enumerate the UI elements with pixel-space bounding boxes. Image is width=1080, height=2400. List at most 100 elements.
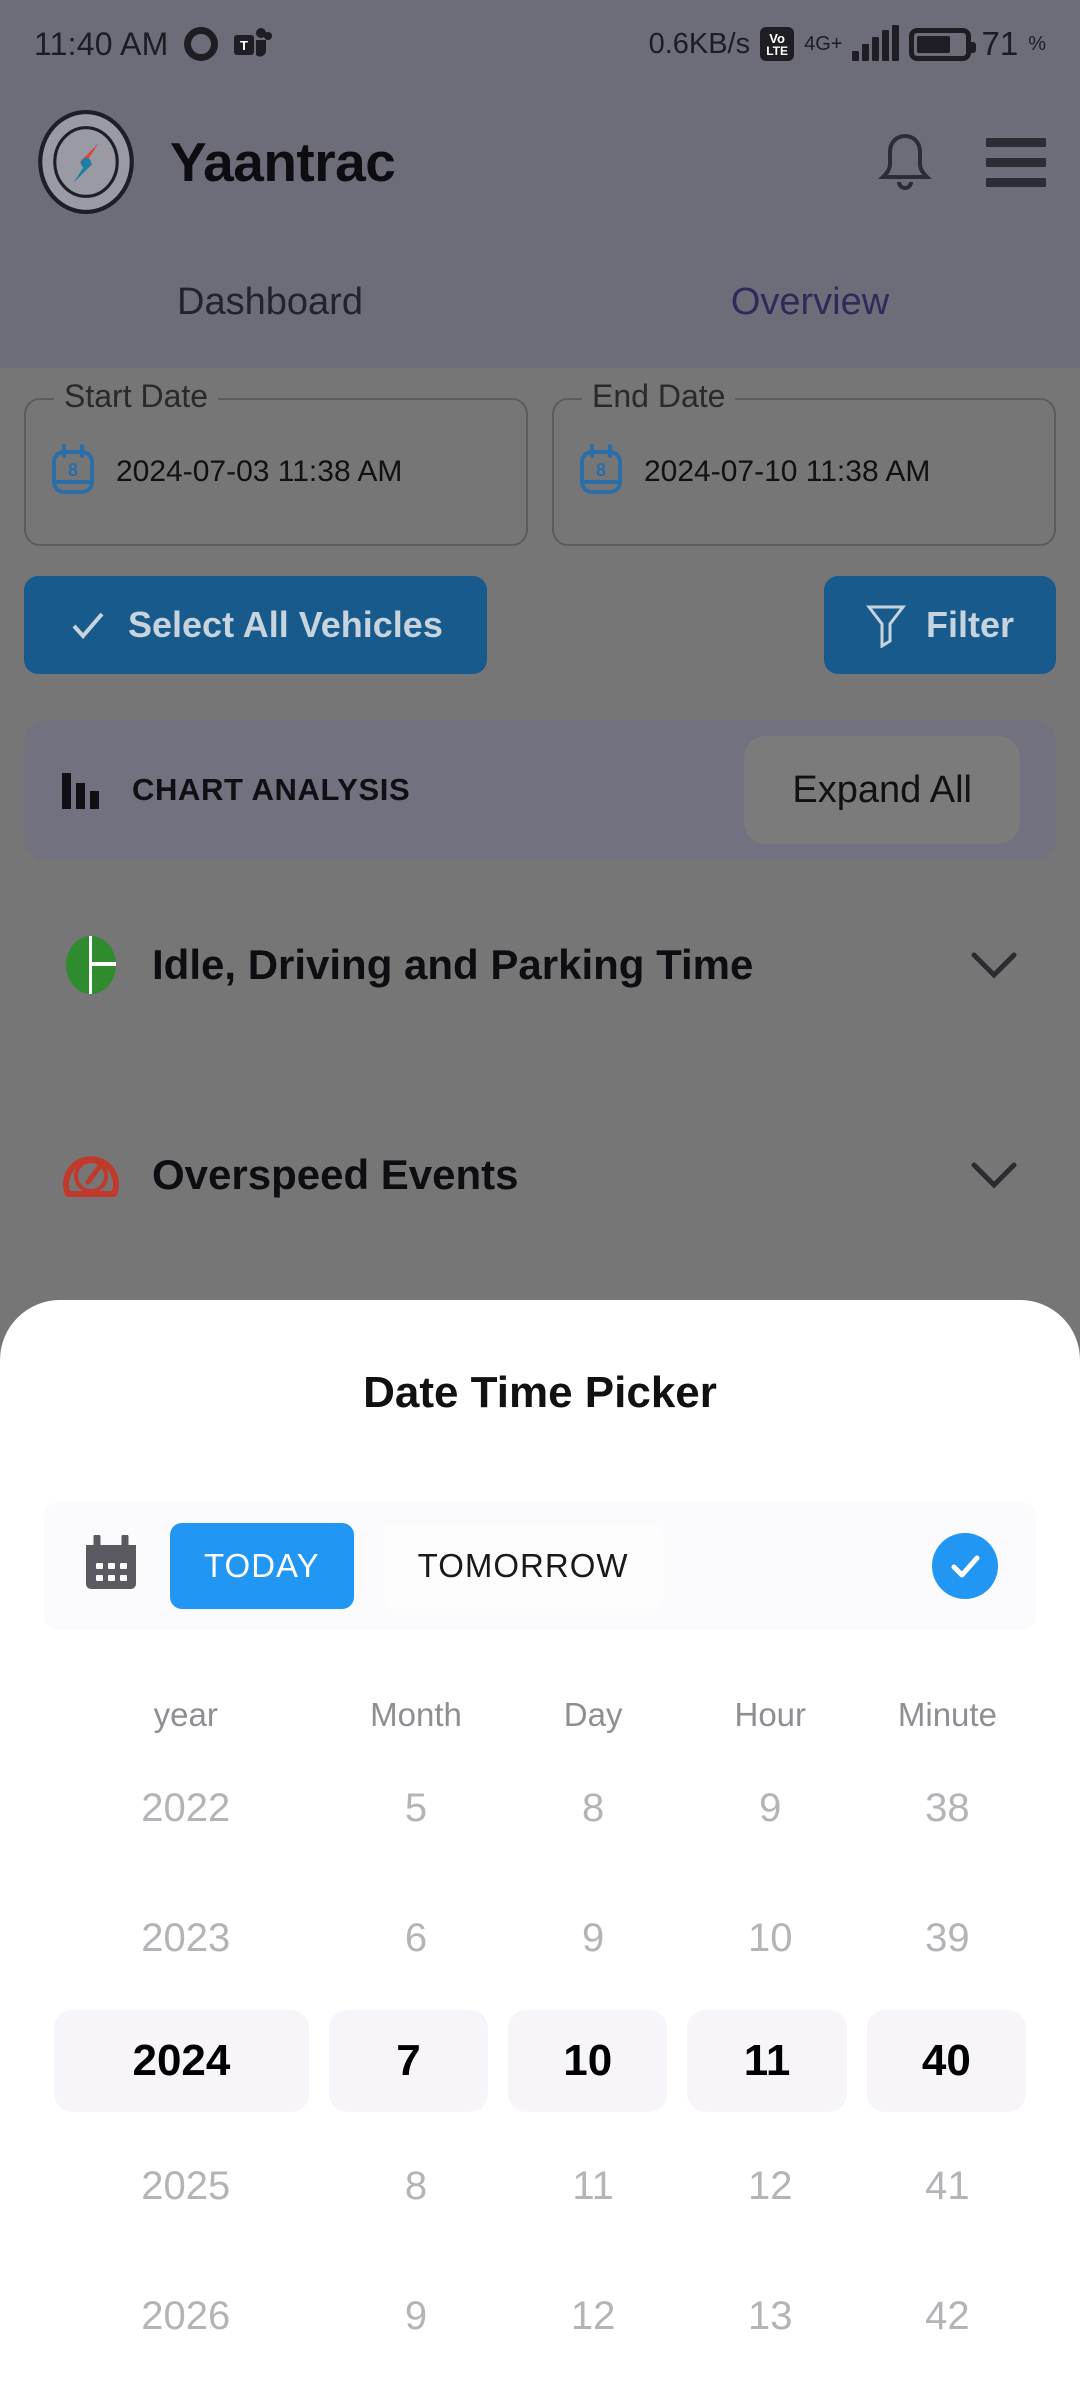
end-date-legend: End Date	[582, 378, 736, 415]
column-header-hour: Hour	[734, 1696, 807, 1733]
battery-icon	[909, 27, 977, 61]
svg-text:8: 8	[596, 460, 606, 480]
volte-icon: Vo LTE	[760, 27, 795, 61]
column-header-year: year	[153, 1696, 218, 1733]
wheel-cell-minute[interactable]: 42	[859, 2294, 1036, 2339]
app-title: Yaantrac	[170, 131, 396, 193]
chevron-down-icon[interactable]	[970, 950, 1018, 980]
wheel-cell-month[interactable]: 8	[327, 2164, 504, 2209]
wheel-cell-minute[interactable]: 38	[859, 1786, 1036, 1831]
volte-top-text: Vo	[769, 30, 785, 46]
accordion-title: Idle, Driving and Parking Time	[152, 941, 754, 988]
funnel-icon	[865, 605, 906, 648]
column-header-day: Day	[563, 1696, 623, 1733]
wheel-cell-minute-selected[interactable]: 40	[866, 2010, 1026, 2112]
wheel-cell-month[interactable]: 5	[327, 1786, 504, 1831]
wheel-picker-body[interactable]: 2022 5 8 9 38 2023 6 9 10 39 2024 7 10 1…	[44, 1752, 1036, 2372]
pie-chart-icon	[66, 936, 116, 994]
quick-select-row: TODAY TOMORROW	[44, 1502, 1036, 1630]
accordion-title: Overspeed Events	[152, 1151, 519, 1198]
start-date-legend: Start Date	[54, 378, 219, 415]
app-header: Yaantrac	[0, 88, 1080, 236]
select-all-vehicles-label: Select All Vehicles	[128, 604, 443, 645]
status-bar-left: 11:40 AM T	[34, 25, 273, 63]
status-bar-clock: 11:40 AM	[34, 25, 169, 62]
wheel-column-headers: year Month Day Hour Minute	[44, 1696, 1036, 1734]
filter-buttons-row: Select All Vehicles Filter	[24, 576, 1056, 674]
microsoft-teams-icon: T	[234, 28, 273, 57]
end-date-field[interactable]: End Date 8 2024-07-10 11:38 AM	[552, 378, 1056, 546]
chart-analysis-label: CHART ANALYSIS	[132, 772, 411, 807]
wheel-cell-day[interactable]: 12	[505, 2294, 682, 2339]
filter-label: Filter	[925, 604, 1014, 645]
check-icon	[72, 612, 104, 640]
wheel-cell-year[interactable]: 2022	[44, 1786, 327, 1831]
accordion-idle-driving-parking[interactable]: Idle, Driving and Parking Time	[24, 860, 1056, 1070]
end-date-value: 2024-07-10 11:38 AM	[644, 455, 931, 488]
wheel-cell-day[interactable]: 11	[505, 2164, 682, 2209]
chevron-down-icon[interactable]	[970, 1160, 1018, 1190]
wheel-cell-day[interactable]: 8	[505, 1786, 682, 1831]
check-circle-icon[interactable]	[932, 1533, 998, 1599]
chart-analysis-panel: CHART ANALYSIS Expand All	[24, 720, 1056, 860]
network-speed-label: 0.6KB/s	[648, 27, 751, 60]
accordion-overspeed-events[interactable]: Overspeed Events	[24, 1070, 1056, 1280]
bar-chart-icon	[62, 773, 99, 809]
date-range-row: Start Date 8 2024-07-03 11:38 AM End Dat…	[24, 378, 1056, 546]
start-date-value: 2024-07-03 11:38 AM	[116, 455, 403, 488]
wheel-row[interactable]: 2026 9 12 13 42	[44, 2260, 1036, 2372]
wheel-cell-year[interactable]: 2023	[44, 1916, 327, 1961]
wheel-row[interactable]: 2023 6 9 10 39	[44, 1882, 1036, 1994]
network-generation: 4G+	[804, 34, 842, 54]
column-header-minute: Minute	[897, 1696, 997, 1733]
bell-icon[interactable]	[876, 130, 934, 194]
wheel-cell-minute[interactable]: 39	[859, 1916, 1036, 1961]
wheel-cell-month[interactable]: 6	[327, 1916, 504, 1961]
wheel-cell-month[interactable]: 9	[327, 2294, 504, 2339]
hamburger-menu-icon[interactable]	[986, 137, 1046, 187]
wheel-cell-year[interactable]: 2025	[44, 2164, 327, 2209]
wheel-cell-month-selected[interactable]: 7	[328, 2010, 489, 2112]
header-actions	[876, 130, 1046, 194]
sheet-title: Date Time Picker	[363, 1368, 717, 1417]
wheel-cell-year-selected[interactable]: 2024	[54, 2010, 309, 2112]
wheel-cell-hour[interactable]: 13	[682, 2294, 859, 2339]
svg-text:T: T	[240, 38, 248, 53]
wheel-row-selected[interactable]: 2024 7 10 11 40	[44, 2010, 1036, 2112]
tab-overview[interactable]: Overview	[540, 236, 1080, 368]
expand-all-button[interactable]: Expand All	[744, 736, 1020, 844]
status-bar-right: 0.6KB/s Vo LTE 4G+ 71 %	[649, 25, 1046, 63]
date-time-picker-sheet: Date Time Picker TODAY TOMORROW year Mon…	[0, 1300, 1080, 2400]
wheel-row[interactable]: 2022 5 8 9 38	[44, 1752, 1036, 1864]
tab-dashboard[interactable]: Dashboard	[0, 236, 540, 368]
screen-record-icon	[184, 27, 219, 61]
start-date-field[interactable]: Start Date 8 2024-07-03 11:38 AM	[24, 378, 528, 546]
wheel-cell-year[interactable]: 2026	[44, 2294, 327, 2339]
wheel-cell-day[interactable]: 9	[505, 1916, 682, 1961]
speedometer-icon	[63, 1156, 119, 1197]
wheel-cell-hour[interactable]: 9	[682, 1786, 859, 1831]
wheel-cell-day-selected[interactable]: 10	[508, 2010, 668, 2112]
quick-option-today[interactable]: TODAY	[170, 1523, 354, 1609]
status-bar: 11:40 AM T 0.6KB/s Vo LTE 4G+ 71 %	[0, 0, 1080, 88]
wheel-cell-minute[interactable]: 41	[859, 2164, 1036, 2209]
calendar-icon	[82, 1533, 140, 1598]
wheel-row[interactable]: 2025 8 11 12 41	[44, 2130, 1036, 2242]
wheel-cell-hour-selected[interactable]: 11	[687, 2010, 847, 2112]
select-all-vehicles-button[interactable]: Select All Vehicles	[24, 576, 487, 674]
svg-text:8: 8	[68, 460, 78, 480]
battery-percent-unit: %	[1028, 32, 1046, 55]
wheel-cell-hour[interactable]: 12	[682, 2164, 859, 2209]
calendar-icon: 8	[578, 443, 624, 501]
compass-logo-icon	[38, 110, 134, 214]
tab-bar: Dashboard Overview	[0, 236, 1080, 368]
filter-button[interactable]: Filter	[823, 576, 1056, 674]
network-generation-label: 4G+	[804, 33, 843, 55]
calendar-icon: 8	[50, 443, 96, 501]
column-header-month: Month	[370, 1696, 462, 1733]
volte-bottom-text: LTE	[766, 43, 789, 58]
signal-bars-icon	[852, 25, 900, 61]
battery-percent-label: 71	[981, 25, 1019, 62]
quick-option-tomorrow[interactable]: TOMORROW	[383, 1523, 663, 1609]
wheel-cell-hour[interactable]: 10	[682, 1916, 859, 1961]
